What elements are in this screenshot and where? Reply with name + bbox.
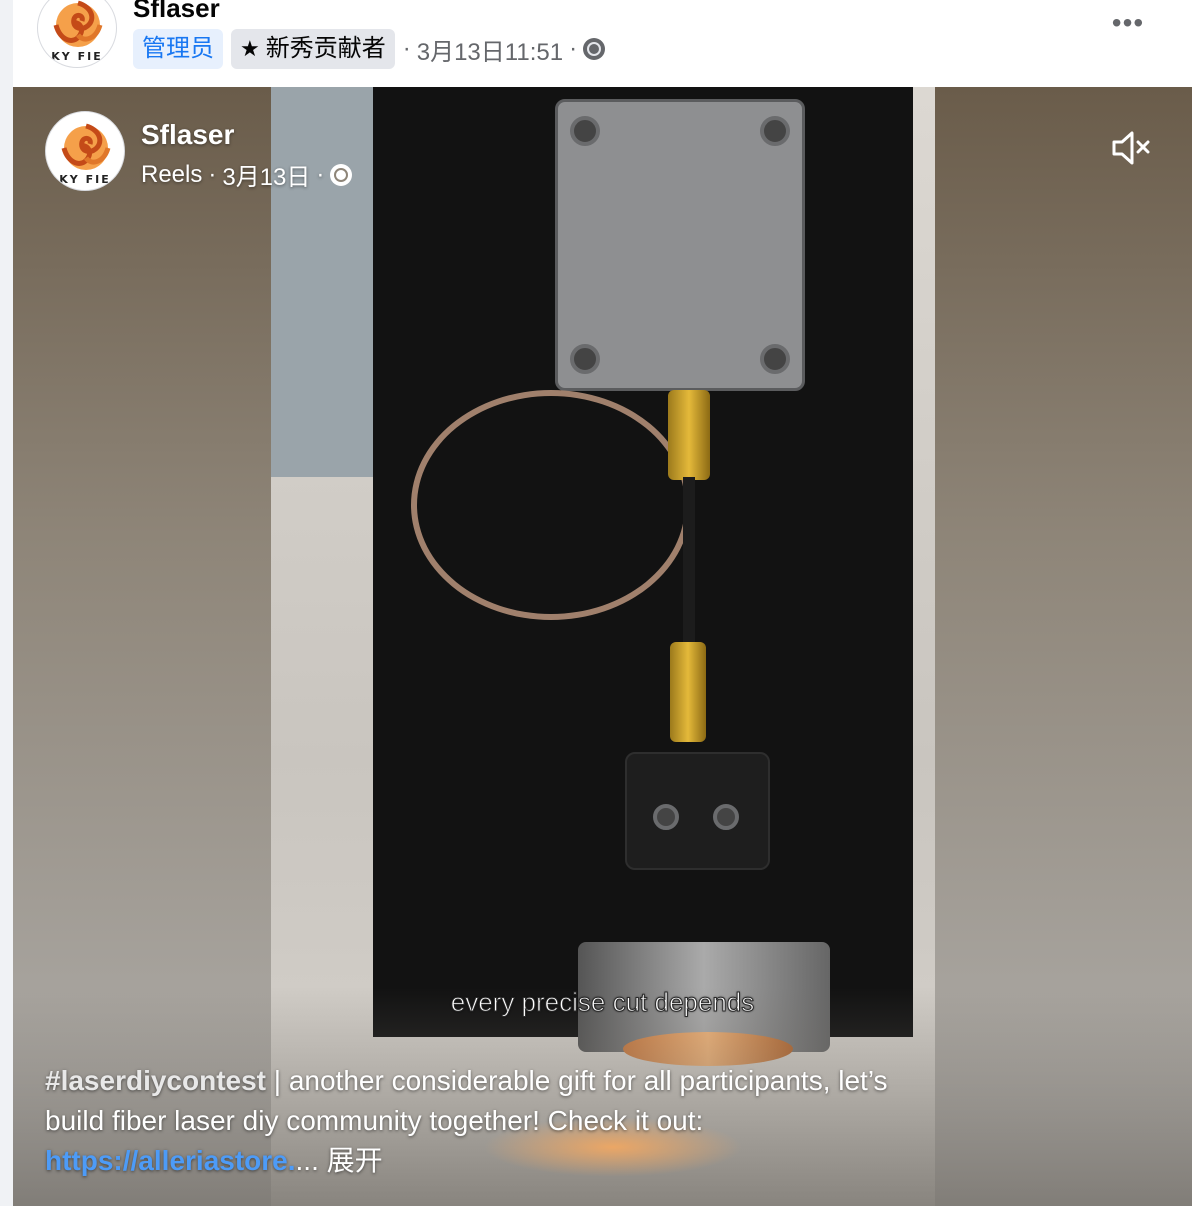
avatar-text: KY FIE bbox=[51, 50, 103, 63]
globe-icon[interactable] bbox=[583, 38, 606, 60]
video-connector bbox=[670, 642, 706, 742]
reel-meta: Reels · 3月13日 · bbox=[141, 157, 353, 192]
page: KY FIE Sflaser 管理员 ★ 新秀贡献者 · 3月13日11:51 … bbox=[0, 0, 1192, 1206]
video-cable bbox=[683, 477, 695, 647]
video-junction-box bbox=[555, 99, 805, 391]
screw-icon bbox=[570, 116, 600, 146]
reel-date[interactable]: 3月13日 bbox=[222, 157, 310, 192]
screw-icon bbox=[653, 804, 679, 830]
expand-button[interactable]: 展开 bbox=[327, 1145, 383, 1176]
screw-icon bbox=[713, 804, 739, 830]
globe-icon bbox=[330, 163, 353, 186]
video-machine-panel bbox=[271, 87, 386, 477]
avatar-text: KY FIE bbox=[59, 173, 111, 186]
video-cable-loop bbox=[411, 390, 691, 620]
star-icon: ★ bbox=[240, 36, 260, 61]
reel-page-name[interactable]: Sflaser bbox=[141, 119, 234, 151]
reel-avatar[interactable]: KY FIE bbox=[45, 111, 125, 191]
post-timestamp[interactable]: 3月13日11:51 bbox=[417, 32, 563, 67]
video-subtitle: every precise cut depends bbox=[450, 987, 755, 1018]
reel-type: Reels bbox=[141, 160, 203, 188]
post-header: KY FIE Sflaser 管理员 ★ 新秀贡献者 · 3月13日11:51 … bbox=[13, 0, 1192, 87]
separator: · bbox=[208, 160, 217, 188]
screw-icon bbox=[760, 116, 790, 146]
mute-icon bbox=[1112, 131, 1150, 165]
caption-text-line1: | another considerable gift for all part… bbox=[266, 1065, 888, 1096]
post-meta: 管理员 ★ 新秀贡献者 · 3月13日11:51 · bbox=[133, 29, 606, 69]
hashtag-link[interactable]: #laserdiycontest bbox=[45, 1065, 266, 1096]
screw-icon bbox=[570, 344, 600, 374]
page-name[interactable]: Sflaser bbox=[133, 0, 220, 24]
mute-button[interactable] bbox=[1108, 125, 1154, 171]
caption-url-link[interactable]: https://alleriastore. bbox=[45, 1145, 296, 1176]
contributor-badge-label: 新秀贡献者 bbox=[265, 35, 386, 62]
separator: · bbox=[316, 160, 325, 188]
caption-text-line2: build fiber laser diy community together… bbox=[45, 1105, 704, 1136]
separator: · bbox=[569, 35, 578, 62]
video-connector bbox=[668, 390, 710, 480]
post-timestamp-row: · 3月13日11:51 · bbox=[402, 32, 606, 67]
separator: · bbox=[402, 35, 411, 62]
screw-icon bbox=[760, 344, 790, 374]
more-options-button[interactable]: ••• bbox=[1104, 8, 1152, 44]
reel-video[interactable]: KY FIE Sflaser Reels · 3月13日 · every pre… bbox=[13, 87, 1192, 1206]
page-avatar[interactable]: KY FIE bbox=[37, 0, 117, 68]
reel-caption: #laserdiycontest | another considerable … bbox=[45, 1061, 1045, 1181]
video-sensor-block bbox=[625, 752, 770, 870]
admin-badge[interactable]: 管理员 bbox=[133, 29, 223, 69]
left-gutter bbox=[0, 0, 13, 1206]
caption-ellipsis: ... bbox=[295, 1145, 327, 1176]
contributor-badge[interactable]: ★ 新秀贡献者 bbox=[231, 29, 395, 69]
